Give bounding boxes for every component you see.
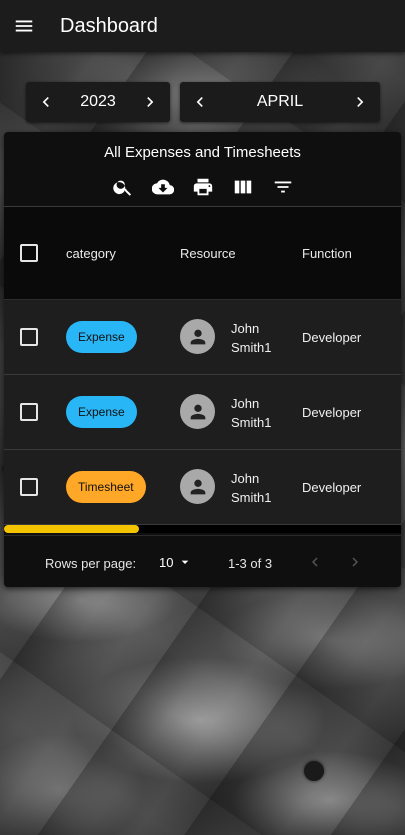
chevron-right-icon [147, 97, 154, 107]
row-checkbox[interactable] [20, 328, 38, 346]
chevron-left-icon [196, 97, 203, 107]
app-title: Dashboard [60, 14, 158, 37]
function-cell: Developer [302, 405, 362, 420]
next-page-button[interactable] [343, 550, 367, 574]
search-button[interactable] [110, 174, 135, 199]
expenses-table-card: All Expenses and Timesheets category Res… [4, 132, 401, 587]
search-icon [112, 180, 131, 196]
avatar [180, 319, 215, 354]
chevron-right-icon [352, 557, 358, 567]
table-pagination: Rows per page: 10 1-3 of 3 [4, 535, 401, 587]
category-chip: Expense [66, 321, 137, 353]
year-selector: 2023 [26, 82, 170, 122]
column-header-function[interactable]: Function [302, 246, 352, 261]
table-row[interactable]: Expense John Smith1 Developer [4, 375, 401, 450]
function-cell: Developer [302, 330, 362, 345]
year-next-button[interactable] [130, 82, 170, 122]
column-header-category[interactable]: category [66, 246, 116, 261]
filter-button[interactable] [270, 174, 295, 199]
app-bar: Dashboard [0, 0, 405, 52]
function-cell: Developer [302, 480, 362, 495]
chevron-left-icon [312, 557, 318, 567]
table-row[interactable]: Expense John Smith1 Developer [4, 300, 401, 375]
floating-dot [304, 761, 324, 781]
resource-name: John Smith1 [231, 394, 291, 432]
rows-per-page-label: Rows per page: [45, 556, 137, 571]
avatar [180, 394, 215, 429]
print-button[interactable] [190, 174, 215, 199]
view-columns-button[interactable] [230, 174, 255, 199]
resource-last-name: Smith1 [231, 490, 272, 505]
year-prev-button[interactable] [26, 82, 66, 122]
month-next-button[interactable] [340, 82, 380, 122]
select-all-checkbox[interactable] [20, 244, 38, 262]
table-header-row: category Resource Function [4, 207, 401, 300]
download-icon [151, 179, 174, 194]
previous-page-button[interactable] [303, 550, 327, 574]
print-icon [193, 178, 212, 195]
rows-per-page-select[interactable]: 10 [159, 554, 193, 570]
resource-first-name: John [231, 396, 260, 411]
chevron-right-icon [357, 97, 364, 107]
resource-name: John Smith1 [231, 319, 291, 357]
resource-first-name: John [231, 321, 260, 336]
resource-first-name: John [231, 471, 260, 486]
row-checkbox[interactable] [20, 478, 38, 496]
year-value: 2023 [80, 93, 116, 110]
menu-button[interactable] [0, 0, 48, 52]
view-columns-icon [234, 180, 251, 193]
caret-down-icon [182, 560, 189, 564]
pagination-range: 1-3 of 3 [228, 556, 273, 571]
person-icon [190, 404, 205, 419]
horizontal-scrollbar[interactable] [4, 525, 401, 533]
avatar [180, 469, 215, 504]
column-header-resource[interactable]: Resource [180, 246, 236, 261]
table-row[interactable]: Timesheet John Smith1 Developer [4, 450, 401, 525]
resource-last-name: Smith1 [231, 340, 272, 355]
filter-icon [274, 181, 291, 192]
month-selector: APRIL [180, 82, 380, 122]
category-chip: Timesheet [66, 471, 146, 503]
menu-icon [15, 20, 33, 32]
chevron-left-icon [42, 97, 49, 107]
table-toolbar [4, 174, 401, 199]
category-chip: Expense [66, 396, 137, 428]
download-button[interactable] [150, 174, 175, 199]
resource-last-name: Smith1 [231, 415, 272, 430]
table-title: All Expenses and Timesheets [104, 144, 301, 161]
scrollbar-thumb[interactable] [4, 525, 139, 533]
person-icon [190, 479, 205, 494]
resource-name: John Smith1 [231, 469, 291, 507]
person-icon [190, 329, 205, 344]
rows-per-page-value: 10 [159, 554, 174, 570]
month-value: APRIL [256, 93, 304, 110]
month-prev-button[interactable] [180, 82, 220, 122]
row-checkbox[interactable] [20, 403, 38, 421]
